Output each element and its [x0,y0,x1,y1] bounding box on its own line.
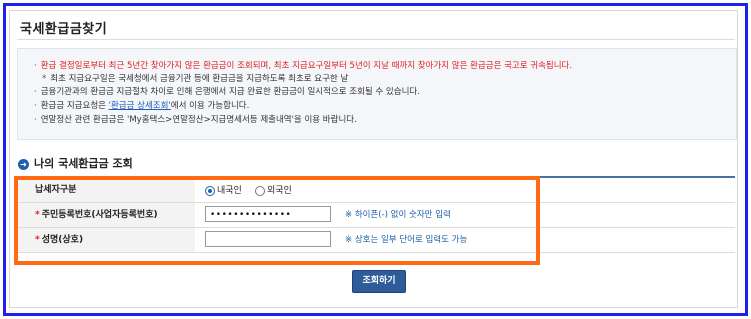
notice-line-2: * 최초 지급요구일은 국세청에서 금융기관 등에 환급금을 지급하도록 최초로 … [42,74,349,84]
id-number-input[interactable]: •••••••••••••• [205,206,331,222]
radio-foreign[interactable] [254,185,265,196]
arrow-circle-icon: ➜ [18,158,29,170]
name-hint: ※ 상호는 일부 단어로 입력도 가능 [345,235,468,245]
notice-box: · 환급 결정일로부터 최근 5년간 찾아가지 않은 환급금이 조회되며, 최초 … [17,48,737,140]
notice-line-4: · 환급금 지급요청은 '환급금 상세조회'에서 이용 가능합니다. [34,101,250,111]
refund-detail-link[interactable]: '환급금 상세조회' [109,101,171,111]
taxpayer-type-radios: 내국인 외국인 [205,178,300,203]
search-button[interactable]: 조회하기 [352,270,406,293]
notice-line-5: · 연말정산 관련 환급금은 'My홈택스>연말정산>지급명세서등 제출내역'을 … [34,115,357,125]
row-taxpayer-type: 납세자구분 내국인 외국인 [17,178,735,203]
notice-line-1: · 환급 결정일로부터 최근 5년간 찾아가지 않은 환급금이 조회되며, 최초 … [34,61,573,71]
section-heading: ➜ 나의 국세환급금 조회 [18,155,133,171]
notice-line-3: · 금융기관과의 환급금 지급절차 차이로 인해 은행에서 지급 완료한 환급금이… [34,87,420,97]
name-label: * 성명(상호) [17,228,195,252]
taxpayer-type-label: 납세자구분 [17,178,195,202]
name-input[interactable] [205,231,331,247]
id-number-hint: ※ 하이픈(-) 없이 숫자만 입력 [345,210,451,220]
row-name: * 성명(상호) ※ 상호는 일부 단어로 입력도 가능 [17,228,735,253]
id-number-label: * 주민등록번호(사업자등록번호) [17,203,195,227]
page-title: 국세환급금찾기 [20,22,108,37]
radio-domestic[interactable] [205,185,215,196]
title-divider [17,39,735,40]
row-id-number: * 주민등록번호(사업자등록번호) •••••••••••••• ※ 하이픈(-)… [17,203,735,228]
